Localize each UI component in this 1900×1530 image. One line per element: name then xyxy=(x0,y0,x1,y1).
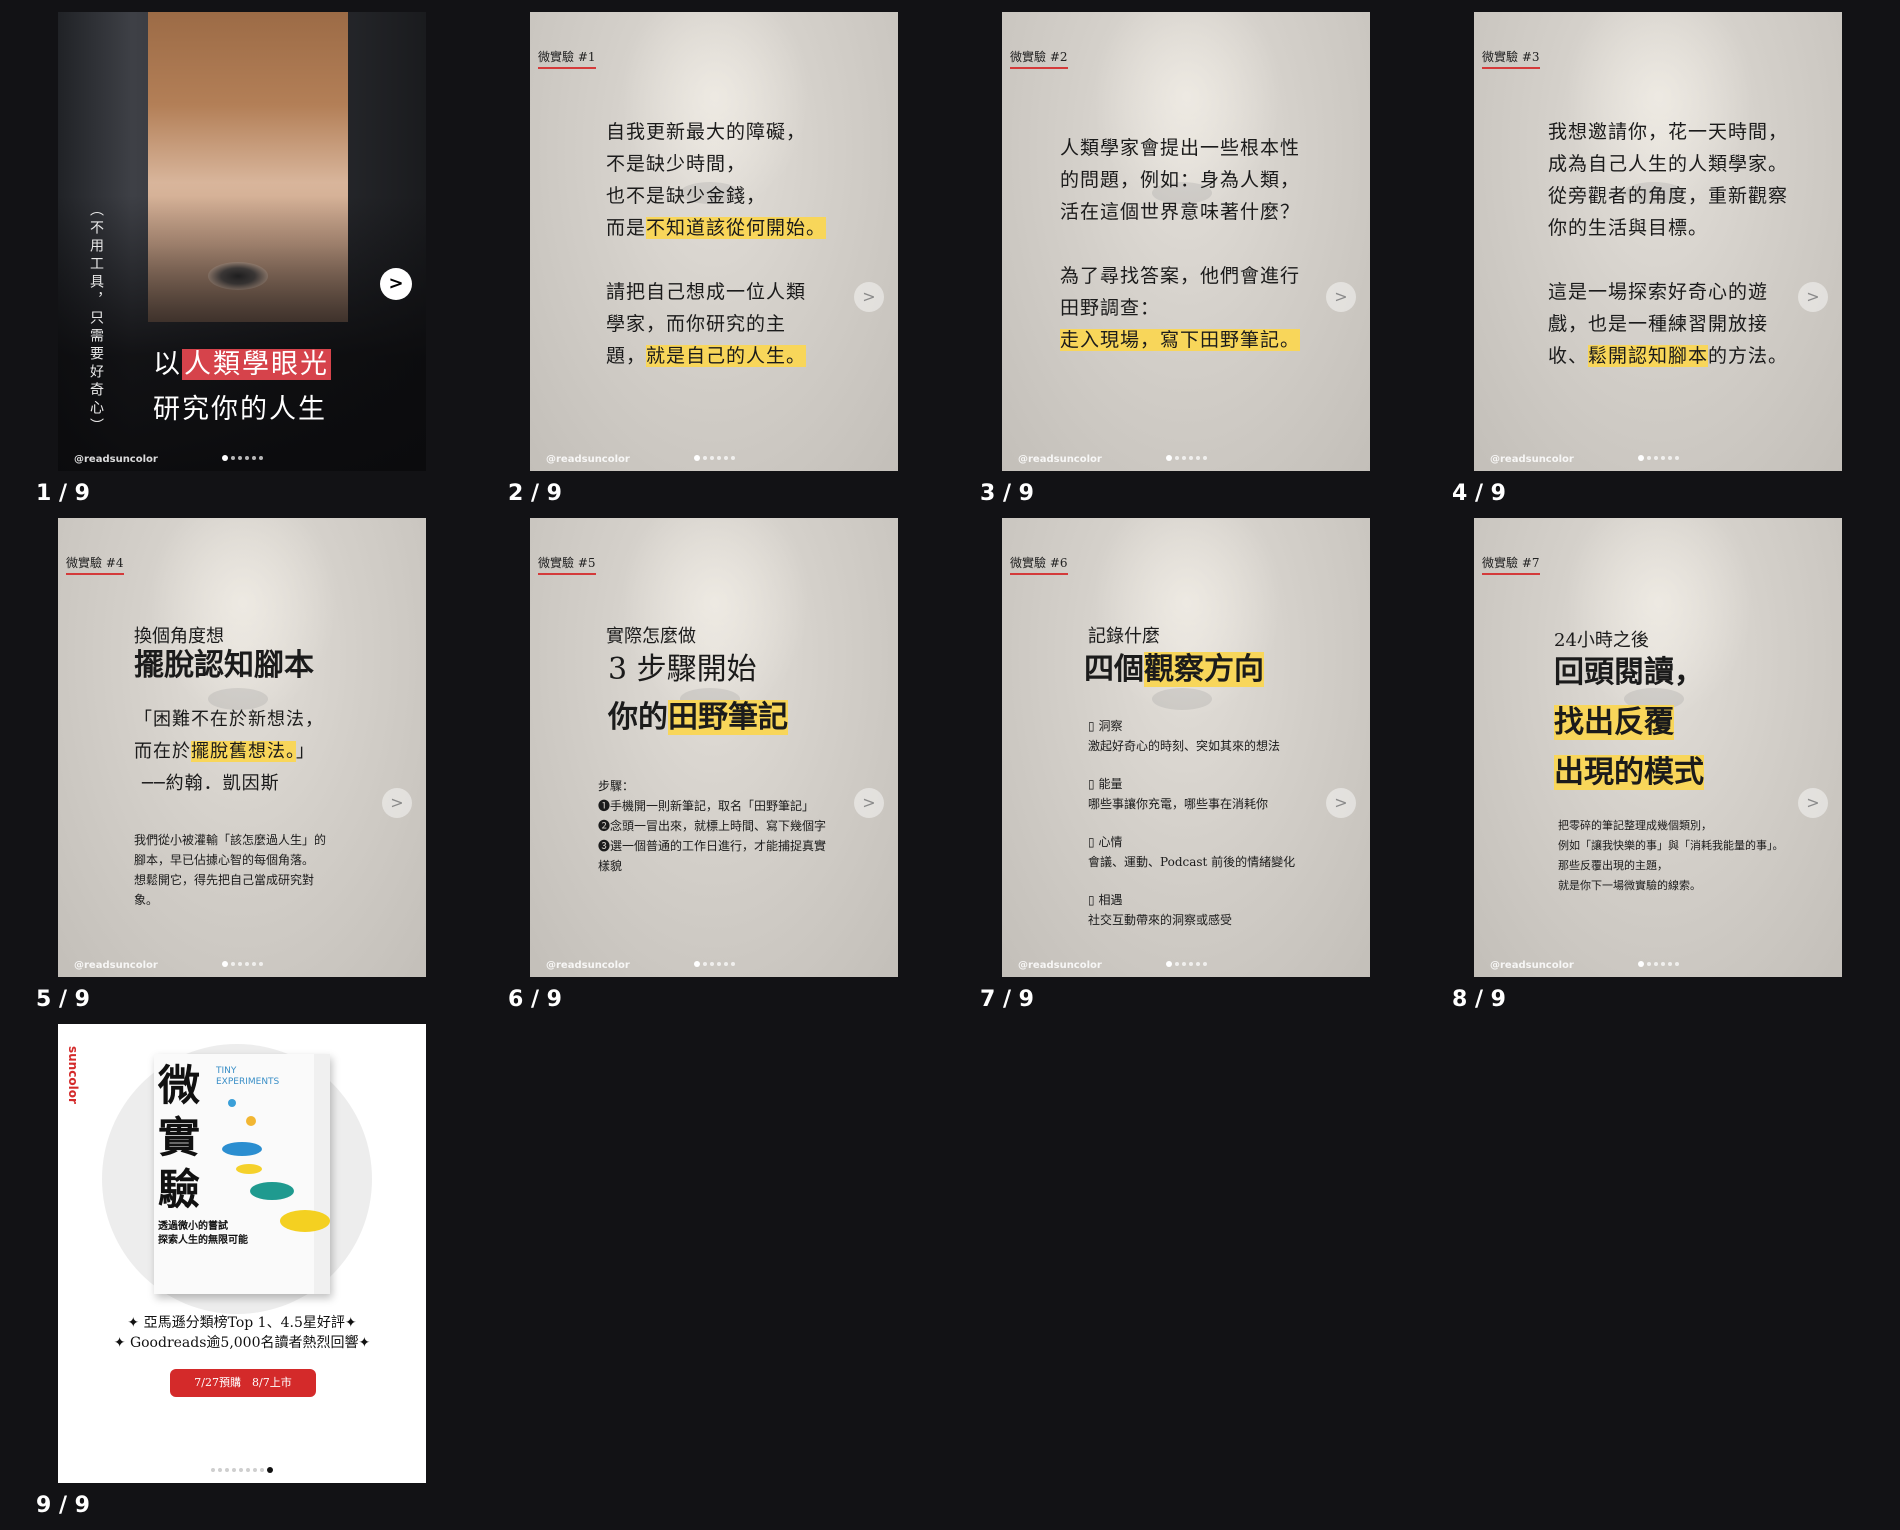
pagination-dots xyxy=(1474,455,1842,461)
slide-heading: 回頭閱讀， 找出反覆 出現的模式 xyxy=(1554,655,1704,790)
experiment-tag: 微實驗 #5 xyxy=(538,554,596,575)
chevron-right-icon[interactable]: > xyxy=(382,788,412,818)
slide-heading: 四個觀察方向 xyxy=(1084,652,1264,687)
chevron-right-icon[interactable]: > xyxy=(854,788,884,818)
quote-text: 「困難不在於新想法， 而在於擺脫舊想法。」 ──約翰．凱因斯 xyxy=(134,709,324,794)
slide-body: 我們從小被灌輸「該怎麼過人生」的 腳本，早已佔據心智的每個角落。 想鬆開它，得先… xyxy=(134,833,327,907)
review-line: ✦ 亞馬遜分類榜Top 1、4.5星好評✦ xyxy=(127,1315,357,1331)
text-highlight: 找出反覆 xyxy=(1554,705,1674,740)
pagination-dots xyxy=(530,455,898,461)
slide-card[interactable]: 微實驗 #6 記錄什麼 四個觀察方向 ▯ 洞察 激起好奇心的時刻、突如其來的想法… xyxy=(1002,518,1370,977)
experiment-tag: 微實驗 #3 xyxy=(1482,48,1540,69)
preorder-button[interactable]: 7/27預購 8/7上市 xyxy=(170,1369,316,1397)
slide-card[interactable]: （不用工具，只需要好奇心） 以人類學眼光 研究你的人生 > @readsunco… xyxy=(58,12,426,471)
slide-card[interactable]: 微實驗 #2 人類學家會提出一些根本性 的問題，例如：身為人類， 活在這個世界意… xyxy=(1002,12,1370,471)
observation-list: ▯ 洞察 激起好奇心的時刻、突如其來的想法 ▯ 能量 哪些事讓你充電，哪些事在消… xyxy=(1088,716,1295,930)
slide-body: 把零碎的筆記整理成幾個類別， 例如「讓我快樂的事」與「消耗我能量的事」。 那些反… xyxy=(1558,819,1784,892)
book-subtitle: 透過微小的嘗試 探索人生的無限可能 xyxy=(158,1221,248,1246)
text-highlight: 鬆開認知腳本 xyxy=(1588,345,1709,367)
slide-card[interactable]: 微實驗 #5 實際怎麼做 3 步驟開始 你的田野筆記 步驟： ❶手機開一則新筆記… xyxy=(530,518,898,977)
text-highlight: 就是自己的人生。 xyxy=(646,345,807,367)
steps-list: 步驟： ❶手機開一則新筆記，取名「田野筆記」 ❷念頭一冒出來，就標上時間、寫下幾… xyxy=(598,779,827,873)
slide-kicker: 實際怎麼做 xyxy=(606,626,696,647)
slide-card[interactable]: 微實驗 #7 24小時之後 回頭閱讀， 找出反覆 出現的模式 把零碎的筆記整理成… xyxy=(1474,518,1842,977)
review-line: ✦ Goodreads逾5,000名讀者熱烈回響✦ xyxy=(113,1335,371,1351)
slide-counter: 2 / 9 xyxy=(508,481,562,506)
next-slide-icon[interactable]: > xyxy=(380,268,412,300)
slide-heading: 3 步驟開始 你的田野筆記 xyxy=(608,652,788,735)
pagination-dots xyxy=(58,455,426,461)
cover-title: 以人類學眼光 研究你的人生 xyxy=(153,349,331,425)
slide-text: 人類學家會提出一些根本性 的問題，例如：身為人類， 活在這個世界意味著什麼？ 為… xyxy=(1060,137,1301,351)
list-item: ▯ 相遇 xyxy=(1088,893,1123,907)
slide-counter: 6 / 9 xyxy=(508,987,562,1012)
slide-card[interactable]: suncolor 微實驗 TINY EXPERIMENTS 透過微小的嘗試 探索人生… xyxy=(58,1024,426,1483)
title-highlight: 人類學眼光 xyxy=(182,349,331,380)
chevron-right-icon[interactable]: > xyxy=(854,282,884,312)
chevron-right-icon[interactable]: > xyxy=(1326,282,1356,312)
slide-counter: 9 / 9 xyxy=(36,1493,90,1518)
slide-counter: 5 / 9 xyxy=(36,987,90,1012)
experiment-tag: 微實驗 #2 xyxy=(1010,48,1068,69)
slide-heading: 擺脫認知腳本 xyxy=(134,648,314,683)
list-item: ▯ 心情 xyxy=(1088,835,1123,849)
slide-counter: 8 / 9 xyxy=(1452,987,1506,1012)
slide-counter: 7 / 9 xyxy=(980,987,1034,1012)
text-highlight: 出現的模式 xyxy=(1554,755,1704,790)
pagination-dots xyxy=(1002,961,1370,967)
slide-counter: 4 / 9 xyxy=(1452,481,1506,506)
book-title: 微實驗 xyxy=(158,1061,201,1214)
slide-card[interactable]: 微實驗 #1 自我更新最大的障礙， 不是缺少時間， 也不是缺少金錢， 而是不知道… xyxy=(530,12,898,471)
chevron-right-icon[interactable]: > xyxy=(1798,282,1828,312)
list-item: ▯ 能量 xyxy=(1088,777,1123,791)
slide-text: 自我更新最大的障礙， 不是缺少時間， 也不是缺少金錢， 而是不知道該從何開始。 … xyxy=(606,121,827,367)
list-item: ▯ 洞察 xyxy=(1088,719,1123,733)
experiment-tag: 微實驗 #7 xyxy=(1482,554,1540,575)
experiment-tag: 微實驗 #1 xyxy=(538,48,596,69)
slide-counter: 3 / 9 xyxy=(980,481,1034,506)
pagination-dots xyxy=(1002,455,1370,461)
text-highlight: 擺脫舊想法。 xyxy=(191,741,296,762)
slide-card[interactable]: 微實驗 #4 換個角度想 擺脫認知腳本 「困難不在於新想法， 而在於擺脫舊想法。… xyxy=(58,518,426,977)
text-highlight: 田野筆記 xyxy=(668,700,788,735)
chevron-right-icon[interactable]: > xyxy=(1798,788,1828,818)
brand-logo: suncolor xyxy=(66,1046,80,1104)
slide-kicker: 記錄什麼 xyxy=(1088,626,1160,647)
text-highlight: 走入現場，寫下田野筆記。 xyxy=(1060,329,1301,351)
text-highlight: 觀察方向 xyxy=(1144,652,1264,687)
chevron-right-icon[interactable]: > xyxy=(1326,788,1356,818)
text-highlight: 不知道該從何開始。 xyxy=(646,217,827,239)
slide-card[interactable]: 微實驗 #3 我想邀請你，花一天時間， 成為自己人生的人類學家。 從旁觀者的角度… xyxy=(1474,12,1842,471)
experiment-tag: 微實驗 #6 xyxy=(1010,554,1068,575)
pagination-dots xyxy=(530,961,898,967)
pagination-dots xyxy=(1474,961,1842,967)
pagination-dots xyxy=(58,1467,426,1473)
book-english-title: TINY EXPERIMENTS xyxy=(216,1066,280,1087)
pagination-dots xyxy=(58,961,426,967)
slide-text: 我想邀請你，花一天時間， 成為自己人生的人類學家。 從旁觀者的角度，重新觀察 你… xyxy=(1548,121,1789,367)
slide-counter: 1 / 9 xyxy=(36,481,90,506)
experiment-tag: 微實驗 #4 xyxy=(66,554,124,575)
cover-subtitle: （不用工具，只需要好奇心） xyxy=(88,202,104,436)
